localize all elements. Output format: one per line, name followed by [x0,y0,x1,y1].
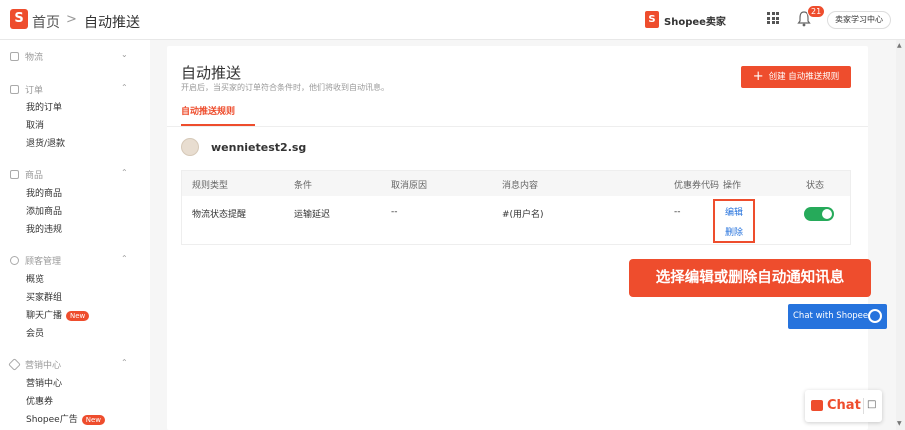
tag-icon [8,358,21,371]
sidebar-section-marketing[interactable]: 营销中心 [8,358,61,371]
sidebar-item-returns[interactable]: 退货/退款 [26,136,65,149]
col-actions: 操作 [723,181,742,191]
document-icon [10,85,19,94]
truck-icon [10,52,19,61]
new-badge: New [66,311,90,321]
highlight-box [713,199,755,243]
minimize-icon[interactable]: □ [867,399,876,410]
learn-center-button[interactable]: 卖家学习中心 [827,11,891,29]
chevron-up-icon[interactable]: ⌃ [121,358,128,367]
col-cancel-reason: 取消原因 [391,181,428,191]
sidebar-item-shopee-ads[interactable]: Shopee广告 New [26,412,105,425]
user-icon [10,256,19,265]
create-rule-button[interactable]: + 创建 自动推送规则 [741,66,851,88]
sidebar-item-violations[interactable]: 我的违规 [26,222,62,235]
toggle-knob [822,209,832,219]
scroll-down-icon[interactable]: ▼ [897,420,902,427]
notification-badge: 21 [807,5,826,18]
headset-icon [868,309,882,323]
sidebar-item-my-products[interactable]: 我的商品 [26,186,62,199]
cell-message: #(用户名) [502,210,544,220]
cell-cancel-reason: -- [391,207,398,217]
sidebar-section-orders[interactable]: 订单 [10,83,43,96]
main-card: 自动推送 开启后，当买家的订单符合条件时，他们将收到自动讯息。 + 创建 自动推送… [167,46,868,430]
chevron-down-icon[interactable]: ⌄ [121,50,128,59]
sidebar-section-products[interactable]: 商品 [10,168,43,181]
chevron-up-icon[interactable]: ⌃ [121,168,128,177]
sidebar-item-overview[interactable]: 概览 [26,272,44,285]
scrollbar[interactable]: ▲ ▼ [896,40,905,430]
sidebar: 物流 ⌄ 订单 ⌃ 我的订单 取消 退货/退款 商品 ⌃ 我的商品 添加商品 我… [0,40,150,430]
shopee-logo-icon[interactable]: S [10,9,28,29]
page-subtitle: 开启后，当买家的订单符合条件时，他们将收到自动讯息。 [181,83,389,92]
shopee-seller-brand[interactable]: Shopee卖家 [664,13,726,28]
sidebar-item-vouchers[interactable]: 优惠券 [26,394,53,407]
chat-bubble-icon [811,400,823,411]
sidebar-item-add-product[interactable]: 添加商品 [26,204,62,217]
chat-label: Chat [827,398,861,413]
status-toggle[interactable] [804,207,834,221]
breadcrumb-home[interactable]: 首页 [32,12,60,32]
col-condition: 条件 [294,181,313,191]
cell-rule-type: 物流状态提醒 [192,210,247,220]
cell-condition: 运输延迟 [294,210,331,220]
cell-voucher: -- [674,207,681,217]
sidebar-section-customers[interactable]: 顾客管理 [10,254,61,267]
tabs-divider [167,126,868,127]
sidebar-item-marketing-center[interactable]: 营销中心 [26,376,62,389]
sidebar-item-chat-broadcast[interactable]: 聊天广播 New [26,308,90,321]
col-rule-type: 规则类型 [192,181,229,191]
col-status: 状态 [806,181,825,191]
chat-divider [863,398,864,414]
sidebar-item-cancel[interactable]: 取消 [26,118,44,131]
page-title: 自动推送 [181,64,242,82]
sidebar-item-buyer-groups[interactable]: 买家群组 [26,290,62,303]
instruction-callout: 选择编辑或删除自动通知讯息 [629,259,871,297]
apps-grid-icon[interactable] [767,12,779,24]
breadcrumb-separator: > [66,12,77,27]
sidebar-item-membership[interactable]: 会员 [26,326,44,339]
breadcrumb-current: 自动推送 [84,15,140,31]
chat-widget[interactable]: Chat □ [805,390,882,422]
box-icon [10,170,19,179]
chevron-up-icon[interactable]: ⌃ [121,83,128,92]
col-voucher: 优惠券代码 [674,181,720,191]
new-badge: New [81,415,105,425]
shopee-bag-icon: S [645,11,659,28]
scroll-up-icon[interactable]: ▲ [897,42,902,49]
sidebar-item-my-orders[interactable]: 我的订单 [26,100,62,113]
chat-with-shopee-button[interactable]: Chat with Shopee [788,304,887,329]
table-header: 规则类型 条件 取消原因 消息内容 优惠券代码 操作 状态 [182,171,850,196]
plus-icon: + [752,69,764,84]
tab-auto-push-rules[interactable]: 自动推送规则 [181,104,235,117]
avatar [181,138,199,156]
col-message: 消息内容 [502,181,539,191]
top-bar: S 首页 > 自动推送 S Shopee卖家 21 卖家学习中心 [0,0,905,40]
shop-name: wennietest2.sg [211,141,307,154]
chevron-up-icon[interactable]: ⌃ [121,254,128,263]
sidebar-section-logistics[interactable]: 物流 [10,50,43,63]
